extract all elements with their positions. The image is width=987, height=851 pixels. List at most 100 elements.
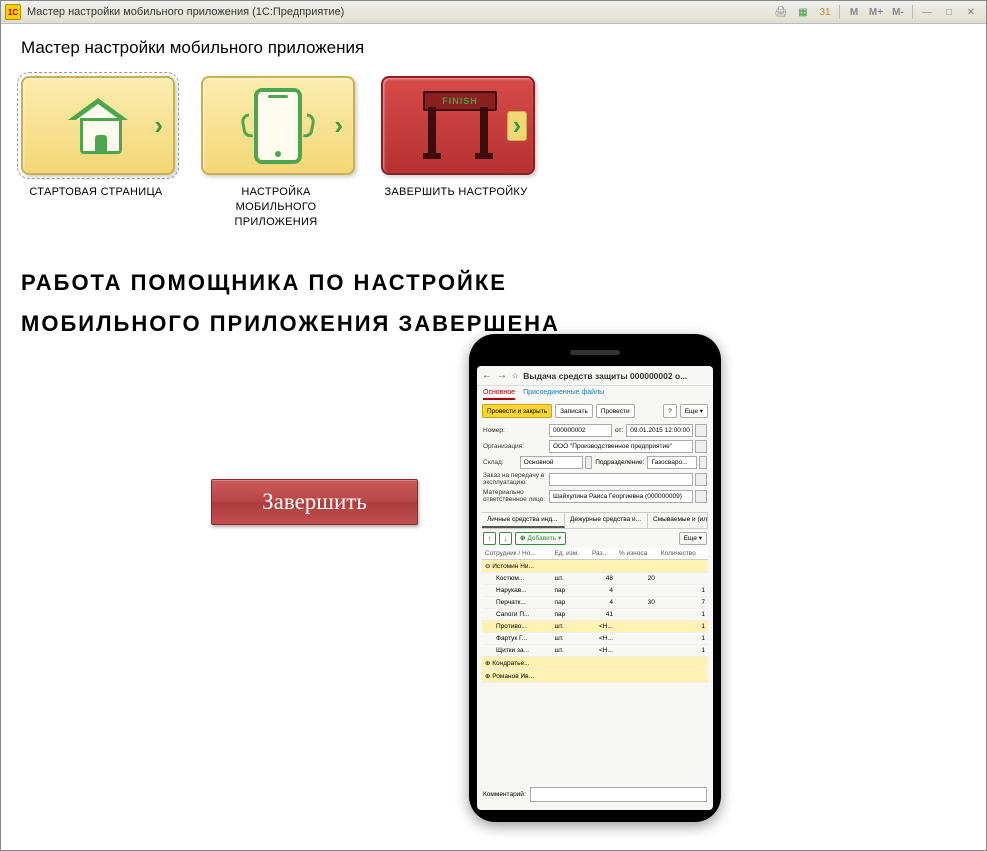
star-icon[interactable]: ☆: [512, 372, 518, 380]
finish-gate-icon: FINISH: [411, 88, 506, 163]
step-mobile: › НАСТРОЙКА МОБИЛЬНОГО ПРИЛОЖЕНИЯ: [201, 76, 351, 230]
list-toolbar: ↑ ↓ ⊕Добавить ▾ Еще ▾: [477, 529, 713, 548]
number-field[interactable]: 000000002: [549, 424, 612, 437]
calculator-icon[interactable]: ▦: [792, 4, 814, 20]
chevron-right-icon: ›: [334, 110, 343, 141]
column-header[interactable]: Ед. изм.: [551, 548, 589, 560]
chevron-right-icon: ›: [154, 110, 163, 141]
table-row[interactable]: Щитки за...шт.<Н...1: [482, 644, 708, 656]
comment-row: Комментарий:: [483, 787, 707, 802]
add-button[interactable]: ⊕Добавить ▾: [515, 532, 566, 545]
org-label: Организация:: [483, 443, 549, 450]
post-button[interactable]: Провести: [596, 404, 635, 418]
print-icon[interactable]: 🖨: [770, 4, 792, 20]
doc-tabs: Основное Присоединенные файлы: [477, 386, 713, 400]
date-picker-icon[interactable]: [695, 424, 707, 437]
dropdown-icon[interactable]: [585, 456, 593, 469]
phone-shake-icon: [231, 88, 326, 163]
table-row[interactable]: Костюм...шт.4820: [482, 572, 708, 584]
m-minus-button[interactable]: M-: [887, 4, 909, 20]
app-logo-icon: 1C: [5, 4, 21, 20]
more-button[interactable]: Еще ▾: [680, 404, 708, 418]
column-header[interactable]: Раз...: [589, 548, 616, 560]
dropdown-icon[interactable]: [695, 490, 707, 503]
step-start-button[interactable]: ›: [21, 76, 175, 175]
dropdown-icon[interactable]: [695, 473, 707, 486]
tab-main[interactable]: Основное: [483, 389, 515, 400]
org-field[interactable]: ООО "Производственное предприятие": [549, 440, 693, 453]
m-button[interactable]: M: [843, 4, 865, 20]
step-mobile-label: НАСТРОЙКА МОБИЛЬНОГО ПРИЛОЖЕНИЯ: [201, 185, 351, 230]
order-label: Заказ на передачу в эксплуатацию:: [483, 472, 549, 486]
doc-title: Выдача средств защиты 000000002 о...: [523, 371, 687, 381]
subtab-duty[interactable]: Дежурные средства и...: [565, 513, 648, 528]
move-down-icon[interactable]: ↓: [499, 532, 512, 545]
number-label: Номер:: [483, 427, 549, 434]
comment-label: Комментарий:: [483, 791, 526, 798]
sklad-label: Склад:: [483, 459, 520, 466]
table-row[interactable]: Перчатк...пар4307: [482, 596, 708, 608]
phone-screen: ← → ☆ Выдача средств защиты 000000002 о.…: [477, 366, 713, 810]
forward-icon[interactable]: →: [497, 370, 507, 381]
step-start: › СТАРТОВАЯ СТРАНИЦА: [21, 76, 171, 230]
doc-toolbar: Провести и закрыть Записать Провести ? Е…: [477, 400, 713, 422]
maximize-icon[interactable]: □: [938, 4, 960, 20]
step-start-label: СТАРТОВАЯ СТРАНИЦА: [21, 185, 171, 200]
group-row[interactable]: ⊕ Кондратье...: [482, 656, 708, 669]
doc-header: ← → ☆ Выдача средств защиты 000000002 о.…: [477, 366, 713, 386]
finish-button[interactable]: Завершить: [211, 479, 418, 525]
table-row[interactable]: Фартук Г...шт.<Н...1: [482, 632, 708, 644]
order-field[interactable]: [549, 473, 693, 486]
date-label: от:: [615, 427, 623, 434]
table-row[interactable]: Нарукав...пар41: [482, 584, 708, 596]
home-icon: [51, 88, 146, 163]
save-button[interactable]: Записать: [555, 404, 593, 418]
column-header[interactable]: Количество: [658, 548, 708, 560]
calendar-icon[interactable]: 31: [814, 4, 836, 20]
column-header[interactable]: Сотрудник / Но...: [482, 548, 551, 560]
table-row[interactable]: Противо...шт.<Н...1: [482, 620, 708, 632]
group-row[interactable]: ⊕ Романов Ив...: [482, 669, 708, 682]
back-icon[interactable]: ←: [482, 370, 492, 381]
window-title: Мастер настройки мобильного приложения (…: [27, 6, 770, 18]
titlebar: 1C Мастер настройки мобильного приложени…: [1, 1, 986, 24]
phone-mockup: ← → ☆ Выдача средств защиты 000000002 о.…: [469, 334, 721, 822]
m-plus-button[interactable]: M+: [865, 4, 887, 20]
step-mobile-button[interactable]: ›: [201, 76, 355, 175]
titlebar-controls: 🖨 ▦ 31 M M+ M- — □ ✕: [770, 4, 982, 20]
column-header[interactable]: % износа: [616, 548, 658, 560]
help-button[interactable]: ?: [663, 404, 677, 418]
phone-speaker-icon: [570, 350, 620, 355]
page-title: Мастер настройки мобильного приложения: [21, 38, 966, 58]
step-finish: FINISH › ЗАВЕРШИТЬ НАСТРОЙКУ: [381, 76, 531, 230]
minimize-icon[interactable]: —: [916, 4, 938, 20]
post-close-button[interactable]: Провести и закрыть: [482, 404, 552, 418]
table-row[interactable]: Сапоги П...пар411: [482, 608, 708, 620]
group-row[interactable]: ⊖ Истомин Ни...: [482, 559, 708, 572]
doc-form: Номер: 000000002 от: 09.01.2015 12:00:00…: [477, 422, 713, 509]
items-grid[interactable]: Сотрудник / Но...Ед. изм.Раз...% износаК…: [482, 548, 708, 683]
separator: [839, 5, 840, 19]
date-field[interactable]: 09.01.2015 12:00:00: [626, 424, 693, 437]
sklad-field[interactable]: Основной: [520, 456, 583, 469]
dropdown-icon[interactable]: [695, 440, 707, 453]
app-window: 1C Мастер настройки мобильного приложени…: [0, 0, 987, 851]
subtab-personal[interactable]: Личные средства инд...: [482, 513, 565, 528]
content-area: Мастер настройки мобильного приложения ›…: [1, 24, 986, 850]
wizard-steps: › СТАРТОВАЯ СТРАНИЦА › НАСТРОЙКА МОБИЛЬН…: [21, 76, 966, 230]
move-up-icon[interactable]: ↑: [483, 532, 496, 545]
step-finish-button[interactable]: FINISH ›: [381, 76, 535, 175]
podrazd-label: Подразделение:: [595, 459, 644, 466]
comment-field[interactable]: [530, 787, 707, 802]
resp-field[interactable]: Шайхулина Раиса Георгиевна (000000009): [549, 490, 693, 503]
tab-files[interactable]: Присоединенные файлы: [523, 389, 604, 400]
step-finish-label: ЗАВЕРШИТЬ НАСТРОЙКУ: [381, 185, 531, 200]
list-more-button[interactable]: Еще ▾: [679, 532, 707, 545]
resp-label: Материально ответственное лицо:: [483, 489, 549, 503]
podrazd-field[interactable]: Газосваро...: [647, 456, 697, 469]
dropdown-icon[interactable]: [699, 456, 707, 469]
chevron-right-icon: ›: [507, 111, 527, 141]
close-icon[interactable]: ✕: [960, 4, 982, 20]
sub-tabs: Личные средства инд... Дежурные средства…: [482, 512, 708, 529]
subtab-wash[interactable]: Смываемые и (или) о...: [648, 513, 708, 528]
